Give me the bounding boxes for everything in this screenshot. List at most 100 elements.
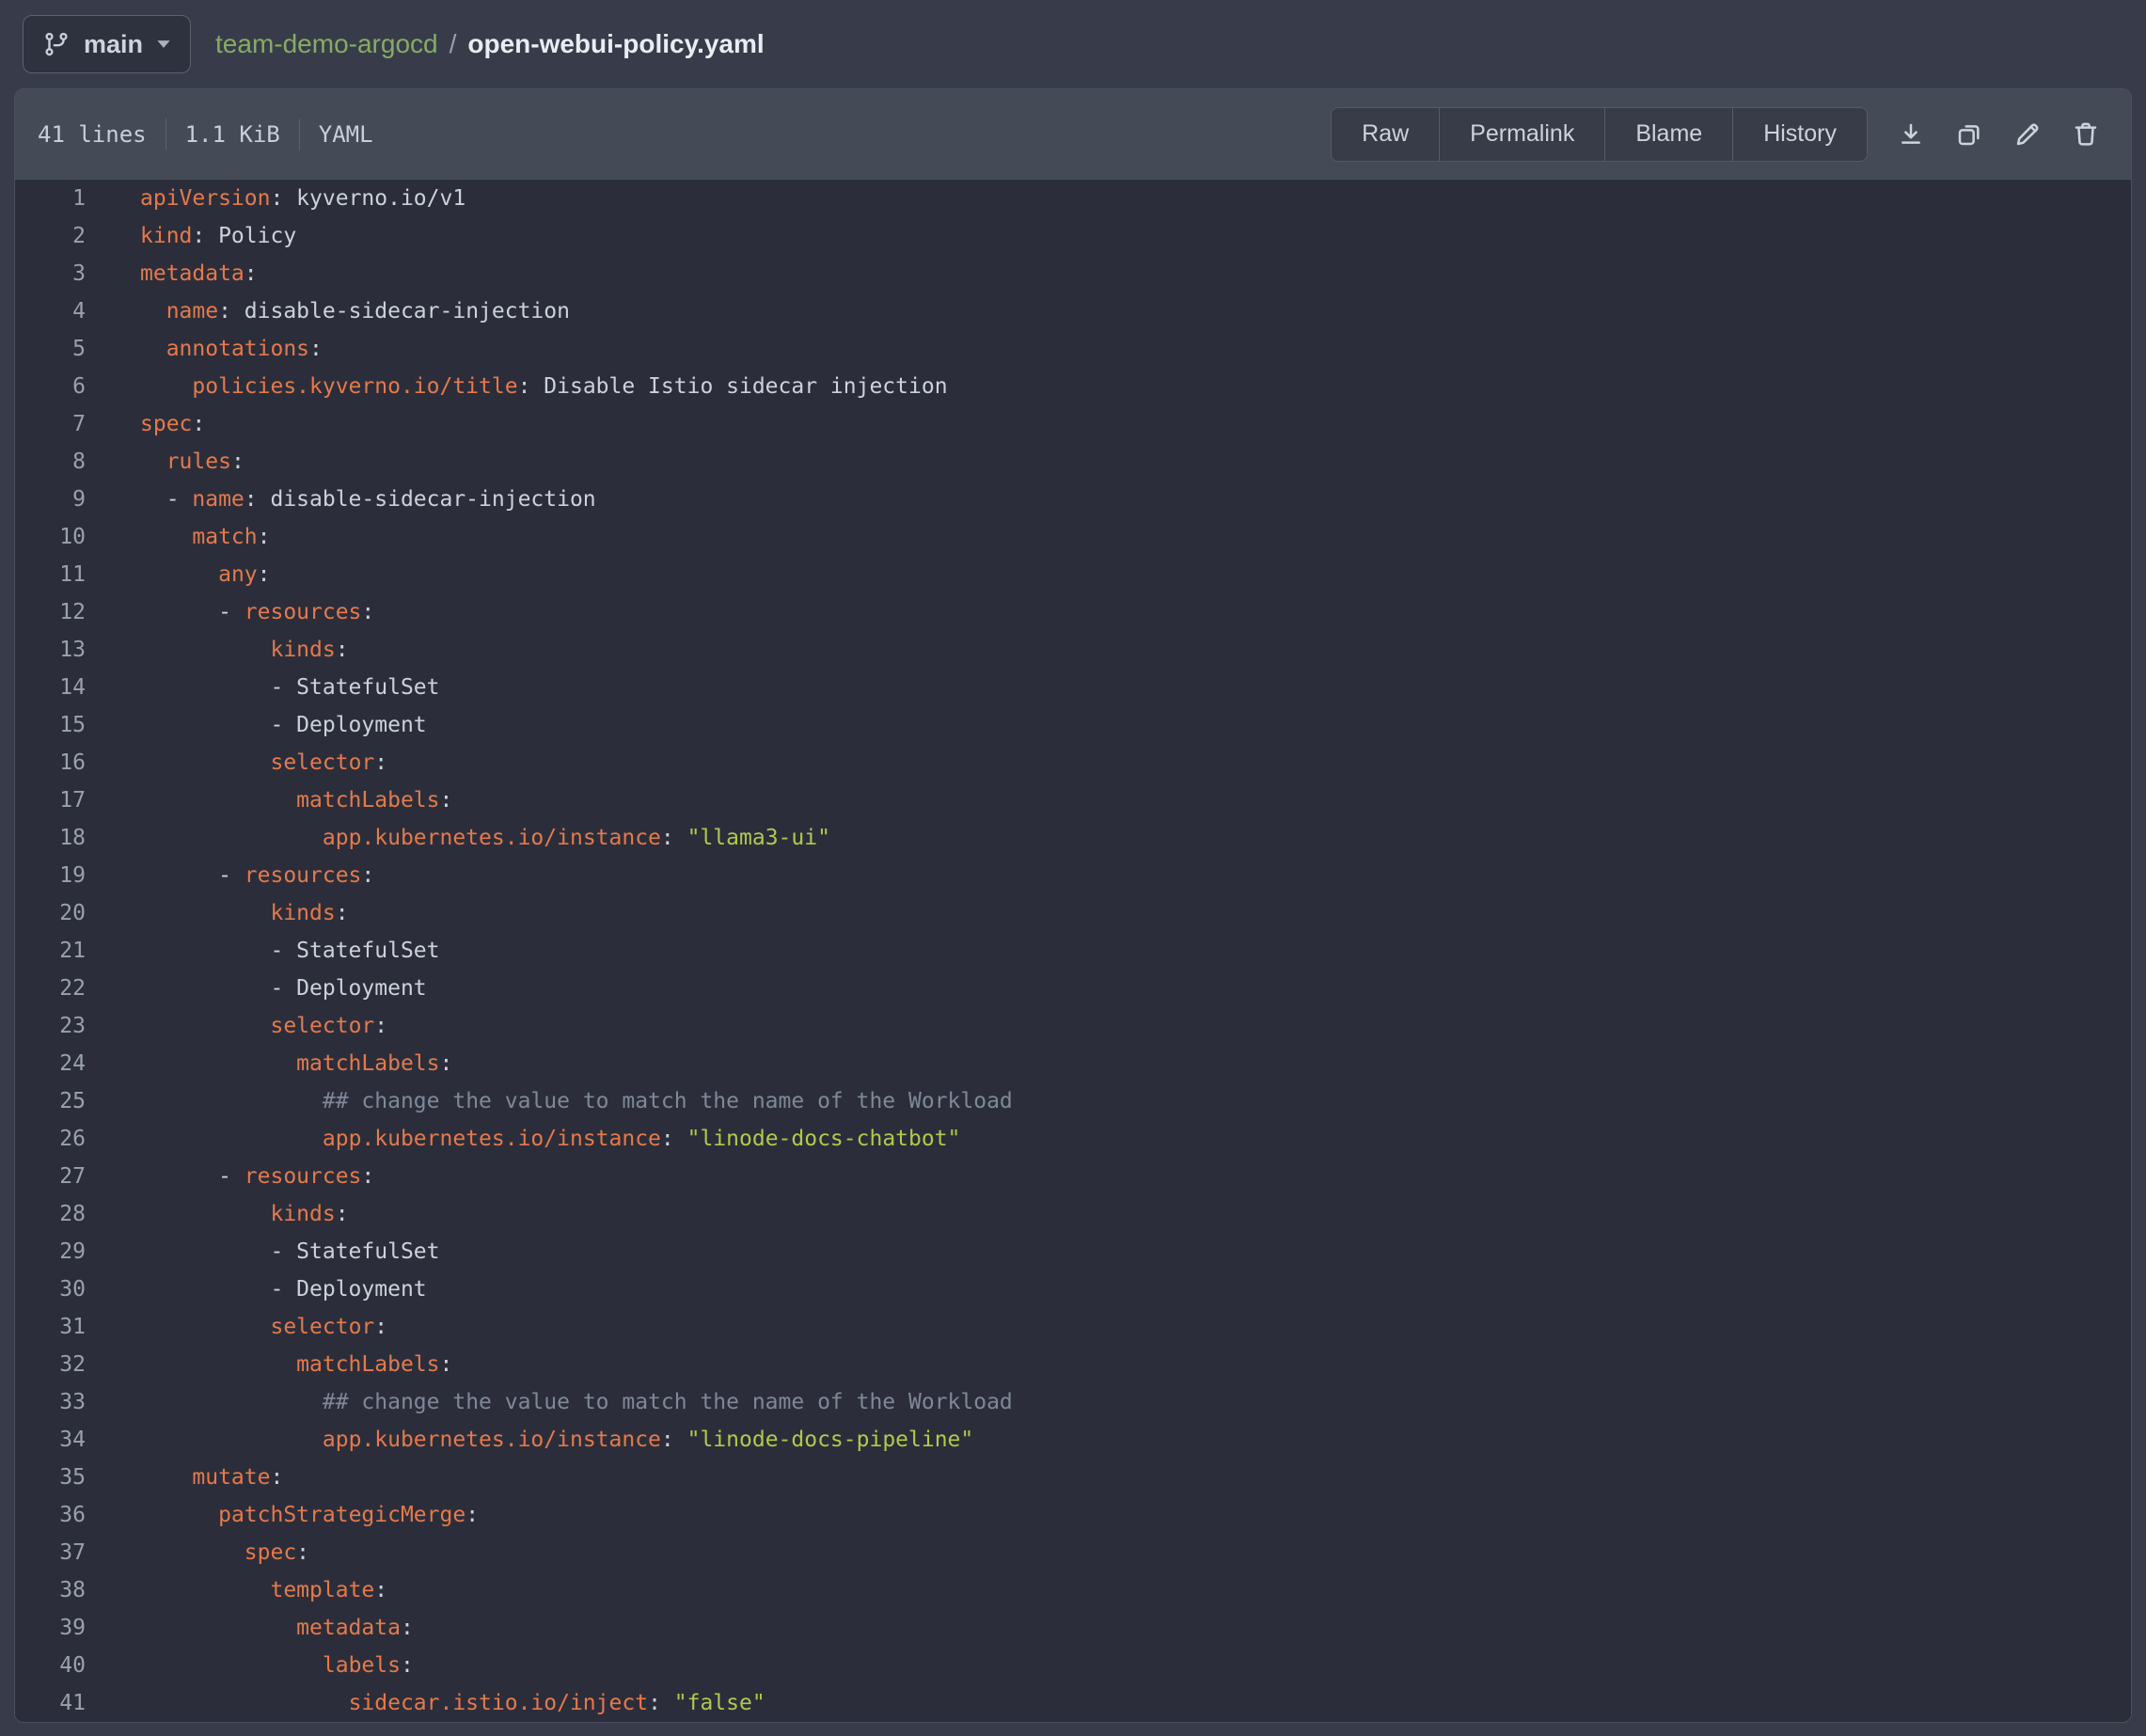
line-number[interactable]: 11: [15, 556, 86, 593]
line-number[interactable]: 39: [15, 1609, 86, 1647]
delete-trash-icon: [2071, 119, 2101, 150]
line-content: annotations:: [86, 330, 323, 368]
line-content: spec:: [86, 405, 205, 443]
breadcrumb-bar: main team-demo-argocd / open-webui-polic…: [0, 0, 2146, 88]
line-number[interactable]: 28: [15, 1195, 86, 1233]
code-viewer: 1apiVersion: kyverno.io/v12kind: Policy3…: [15, 180, 2131, 1722]
line-number[interactable]: 41: [15, 1684, 86, 1722]
line-number[interactable]: 15: [15, 706, 86, 744]
code-line: 18 app.kubernetes.io/instance: "llama3-u…: [15, 819, 2131, 857]
line-number[interactable]: 3: [15, 255, 86, 292]
line-number[interactable]: 1: [15, 180, 86, 217]
blame-button[interactable]: Blame: [1604, 108, 1732, 161]
line-content: selector:: [86, 1007, 387, 1045]
line-number[interactable]: 4: [15, 292, 86, 330]
code-line: 34 app.kubernetes.io/instance: "linode-d…: [15, 1421, 2131, 1459]
delete-button[interactable]: [2063, 112, 2108, 157]
code-line: 23 selector:: [15, 1007, 2131, 1045]
line-number[interactable]: 35: [15, 1459, 86, 1496]
code-line: 27 - resources:: [15, 1158, 2131, 1195]
code-line: 38 template:: [15, 1571, 2131, 1609]
line-number[interactable]: 19: [15, 857, 86, 894]
line-content: apiVersion: kyverno.io/v1: [86, 180, 465, 217]
line-number[interactable]: 25: [15, 1082, 86, 1120]
line-content: - StatefulSet: [86, 669, 440, 706]
breadcrumb-filename: open-webui-policy.yaml: [467, 29, 764, 59]
line-number[interactable]: 20: [15, 894, 86, 932]
line-number[interactable]: 6: [15, 368, 86, 405]
line-number[interactable]: 22: [15, 970, 86, 1007]
code-line: 19 - resources:: [15, 857, 2131, 894]
line-content: metadata:: [86, 255, 258, 292]
line-number[interactable]: 2: [15, 217, 86, 255]
line-content: app.kubernetes.io/instance: "llama3-ui": [86, 819, 830, 857]
line-content: template:: [86, 1571, 387, 1609]
file-meta-item: 1.1 KiB: [185, 121, 280, 148]
line-number[interactable]: 31: [15, 1308, 86, 1346]
line-number[interactable]: 18: [15, 819, 86, 857]
line-content: - Deployment: [86, 970, 427, 1007]
line-content: - StatefulSet: [86, 1233, 440, 1270]
line-number[interactable]: 5: [15, 330, 86, 368]
line-number[interactable]: 24: [15, 1045, 86, 1082]
history-button[interactable]: History: [1732, 108, 1867, 161]
code-line: 6 policies.kyverno.io/title: Disable Ist…: [15, 368, 2131, 405]
line-number[interactable]: 34: [15, 1421, 86, 1459]
line-content: sidecar.istio.io/inject: "false": [86, 1684, 765, 1722]
line-content: ## change the value to match the name of…: [86, 1082, 1013, 1120]
line-number[interactable]: 40: [15, 1647, 86, 1684]
permalink-button[interactable]: Permalink: [1439, 108, 1604, 161]
line-content: - resources:: [86, 593, 374, 631]
line-number[interactable]: 36: [15, 1496, 86, 1534]
line-number[interactable]: 30: [15, 1270, 86, 1308]
line-number[interactable]: 32: [15, 1346, 86, 1383]
line-number[interactable]: 27: [15, 1158, 86, 1195]
code-line: 4 name: disable-sidecar-injection: [15, 292, 2131, 330]
code-line: 41 sidecar.istio.io/inject: "false": [15, 1684, 2131, 1722]
file-meta-item: YAML: [319, 121, 373, 148]
branch-selector-button[interactable]: main: [23, 15, 191, 73]
line-content: - Deployment: [86, 1270, 427, 1308]
line-number[interactable]: 17: [15, 781, 86, 819]
line-number[interactable]: 13: [15, 631, 86, 669]
line-number[interactable]: 12: [15, 593, 86, 631]
copy-button[interactable]: [1947, 112, 1992, 157]
line-number[interactable]: 7: [15, 405, 86, 443]
code-line: 20 kinds:: [15, 894, 2131, 932]
line-content: - resources:: [86, 857, 374, 894]
line-number[interactable]: 29: [15, 1233, 86, 1270]
breadcrumb-repo-link[interactable]: team-demo-argocd: [215, 29, 438, 59]
line-number[interactable]: 14: [15, 669, 86, 706]
code-line: 10 match:: [15, 518, 2131, 556]
line-content: kinds:: [86, 1195, 349, 1233]
code-line: 16 selector:: [15, 744, 2131, 781]
line-number[interactable]: 33: [15, 1383, 86, 1421]
download-button[interactable]: [1888, 112, 1933, 157]
line-content: selector:: [86, 744, 387, 781]
line-content: any:: [86, 556, 271, 593]
line-number[interactable]: 38: [15, 1571, 86, 1609]
code-line: 24 matchLabels:: [15, 1045, 2131, 1082]
raw-button[interactable]: Raw: [1332, 108, 1439, 161]
line-number[interactable]: 37: [15, 1534, 86, 1571]
code-line: 30 - Deployment: [15, 1270, 2131, 1308]
line-number[interactable]: 10: [15, 518, 86, 556]
code-line: 28 kinds:: [15, 1195, 2131, 1233]
line-content: kinds:: [86, 631, 349, 669]
line-content: mutate:: [86, 1459, 283, 1496]
line-number[interactable]: 8: [15, 443, 86, 481]
line-number[interactable]: 23: [15, 1007, 86, 1045]
code-line: 29 - StatefulSet: [15, 1233, 2131, 1270]
line-number[interactable]: 21: [15, 932, 86, 970]
file-meta: 41 lines1.1 KiBYAML: [38, 118, 373, 150]
edit-pencil-icon: [2012, 119, 2043, 150]
branch-name: main: [84, 30, 143, 59]
line-number[interactable]: 26: [15, 1120, 86, 1158]
line-number[interactable]: 9: [15, 481, 86, 518]
git-branch-icon: [42, 30, 71, 58]
line-number[interactable]: 16: [15, 744, 86, 781]
code-line: 33 ## change the value to match the name…: [15, 1383, 2131, 1421]
line-content: patchStrategicMerge:: [86, 1496, 479, 1534]
edit-button[interactable]: [2005, 112, 2050, 157]
code-line: 26 app.kubernetes.io/instance: "linode-d…: [15, 1120, 2131, 1158]
